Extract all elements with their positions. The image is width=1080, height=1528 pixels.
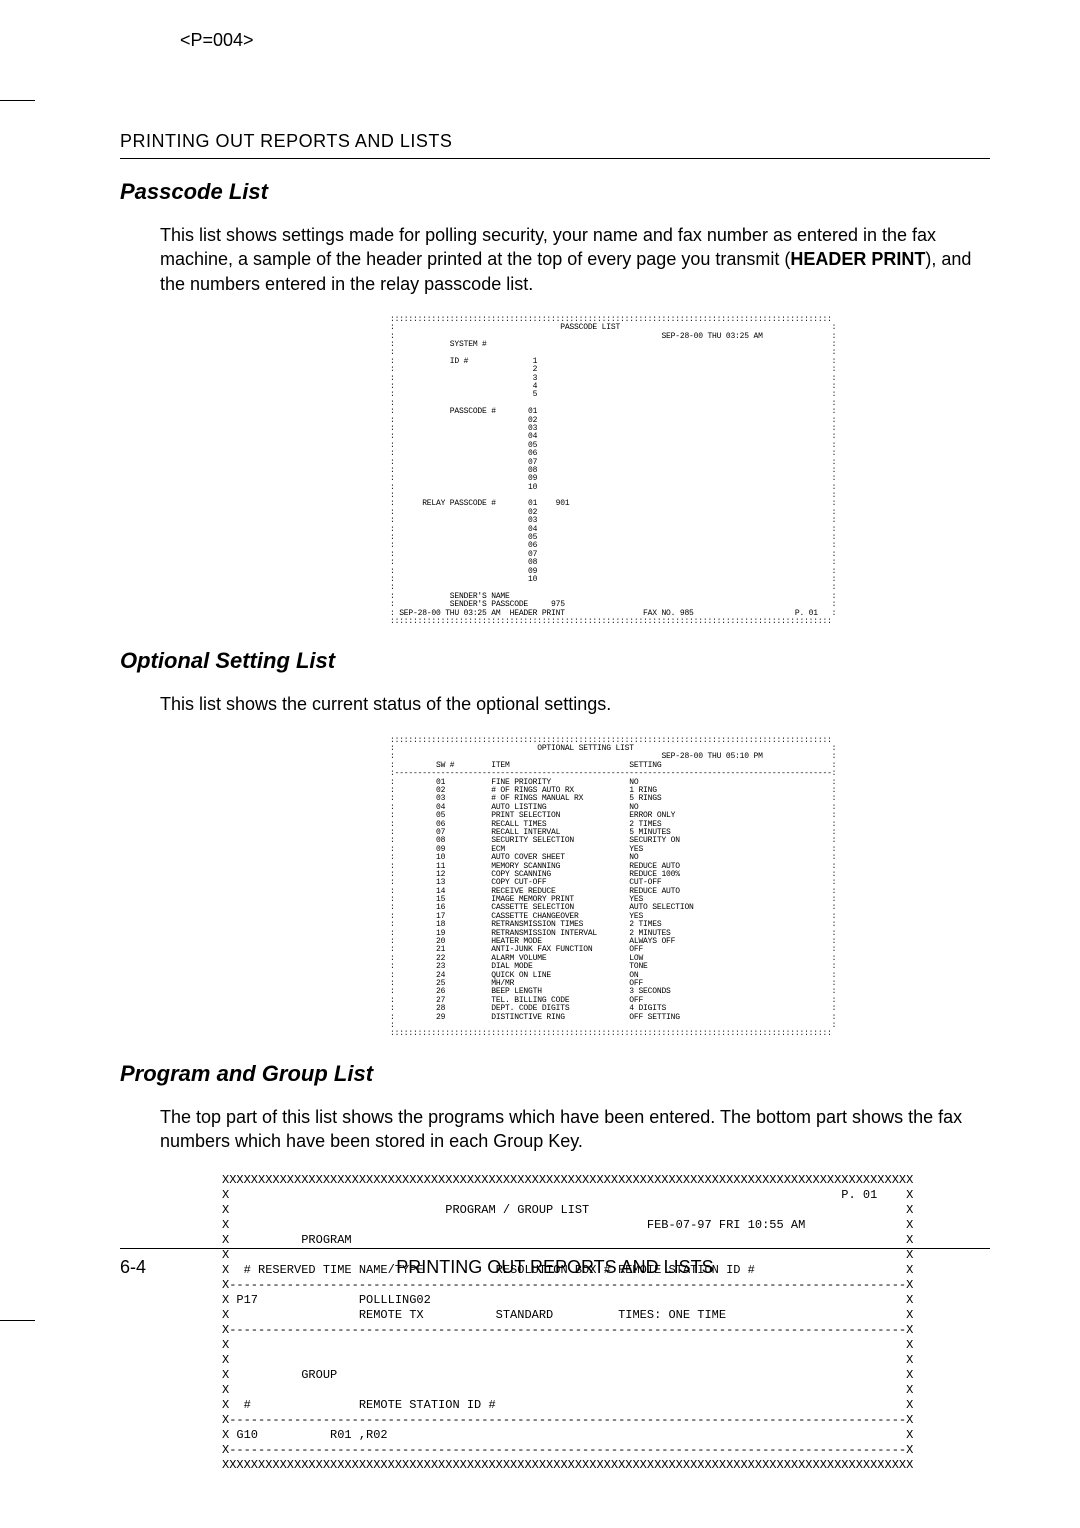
manual-page: <P=004> PRINTING OUT REPORTS AND LISTS P…	[0, 0, 1080, 1528]
footer-page-number: 6-4	[120, 1257, 146, 1278]
crop-mark	[0, 1320, 35, 1321]
section-title-program-group: Program and Group List	[120, 1061, 990, 1087]
program-group-printout: XXXXXXXXXXXXXXXXXXXXXXXXXXXXXXXXXXXXXXXX…	[220, 1171, 854, 1475]
program-group-paragraph: The top part of this list shows the prog…	[160, 1105, 980, 1154]
passcode-paragraph: This list shows settings made for pollin…	[160, 223, 980, 296]
crop-mark	[0, 100, 35, 101]
section-title-passcode: Passcode List	[120, 179, 990, 205]
page-marker: <P=004>	[180, 30, 990, 51]
page-footer: 6-4 PRINTING OUT REPORTS AND LISTS 6-4	[120, 1248, 990, 1278]
passcode-list-printout: ::::::::::::::::::::::::::::::::::::::::…	[388, 314, 722, 628]
section-title-optional: Optional Setting List	[120, 648, 990, 674]
header-print-bold: HEADER PRINT	[790, 249, 925, 269]
rule	[120, 1248, 990, 1249]
optional-paragraph: This list shows the current status of th…	[160, 692, 980, 716]
running-head: PRINTING OUT REPORTS AND LISTS	[120, 131, 990, 152]
footer-title: PRINTING OUT REPORTS AND LISTS	[396, 1257, 713, 1278]
optional-setting-printout: ::::::::::::::::::::::::::::::::::::::::…	[388, 735, 722, 1041]
rule	[120, 158, 990, 159]
